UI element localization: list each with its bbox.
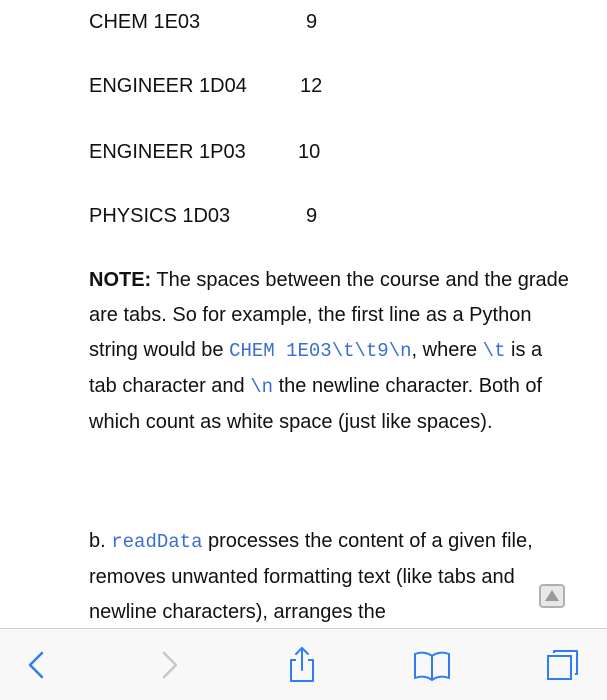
share-icon [290, 647, 314, 682]
bookmarks-button[interactable] [410, 643, 454, 687]
note-label: NOTE: [89, 269, 152, 291]
tabs-button[interactable] [542, 643, 586, 687]
back-icon [28, 651, 44, 679]
course-grade: 9 [306, 205, 318, 227]
course-name: PHYSICS 1D03 [89, 205, 231, 227]
note-text: , where [411, 339, 483, 361]
up-triangle-icon [545, 590, 559, 601]
course-grade: 12 [300, 75, 323, 97]
course-name: CHEM 1E03 [89, 11, 201, 33]
part-b-paragraph: b. readData processes the content of a g… [89, 524, 569, 628]
course-grade: 9 [306, 11, 318, 33]
note-paragraph: NOTE: The spaces between the course and … [89, 263, 569, 440]
inline-code: \t [482, 340, 506, 362]
course-grade: 10 [298, 141, 321, 163]
tabs-icon [547, 650, 578, 680]
scroll-to-top-button[interactable] [539, 584, 565, 608]
back-button[interactable] [14, 643, 58, 687]
inline-code: CHEM 1E03\t\t9\n [229, 340, 412, 362]
inline-code: \n [250, 376, 274, 398]
inline-code: readData [111, 531, 203, 553]
part-b-prefix: b. [89, 530, 112, 552]
bookmarks-icon [414, 651, 450, 681]
browser-toolbar [0, 628, 607, 700]
page-content: CHEM 1E03 9 ENGINEER 1D04 12 ENGINEER 1P… [0, 0, 607, 628]
share-button[interactable] [280, 643, 324, 687]
course-name: ENGINEER 1P03 [89, 141, 246, 163]
forward-icon [162, 651, 178, 679]
forward-button[interactable] [148, 643, 192, 687]
course-name: ENGINEER 1D04 [89, 75, 247, 97]
